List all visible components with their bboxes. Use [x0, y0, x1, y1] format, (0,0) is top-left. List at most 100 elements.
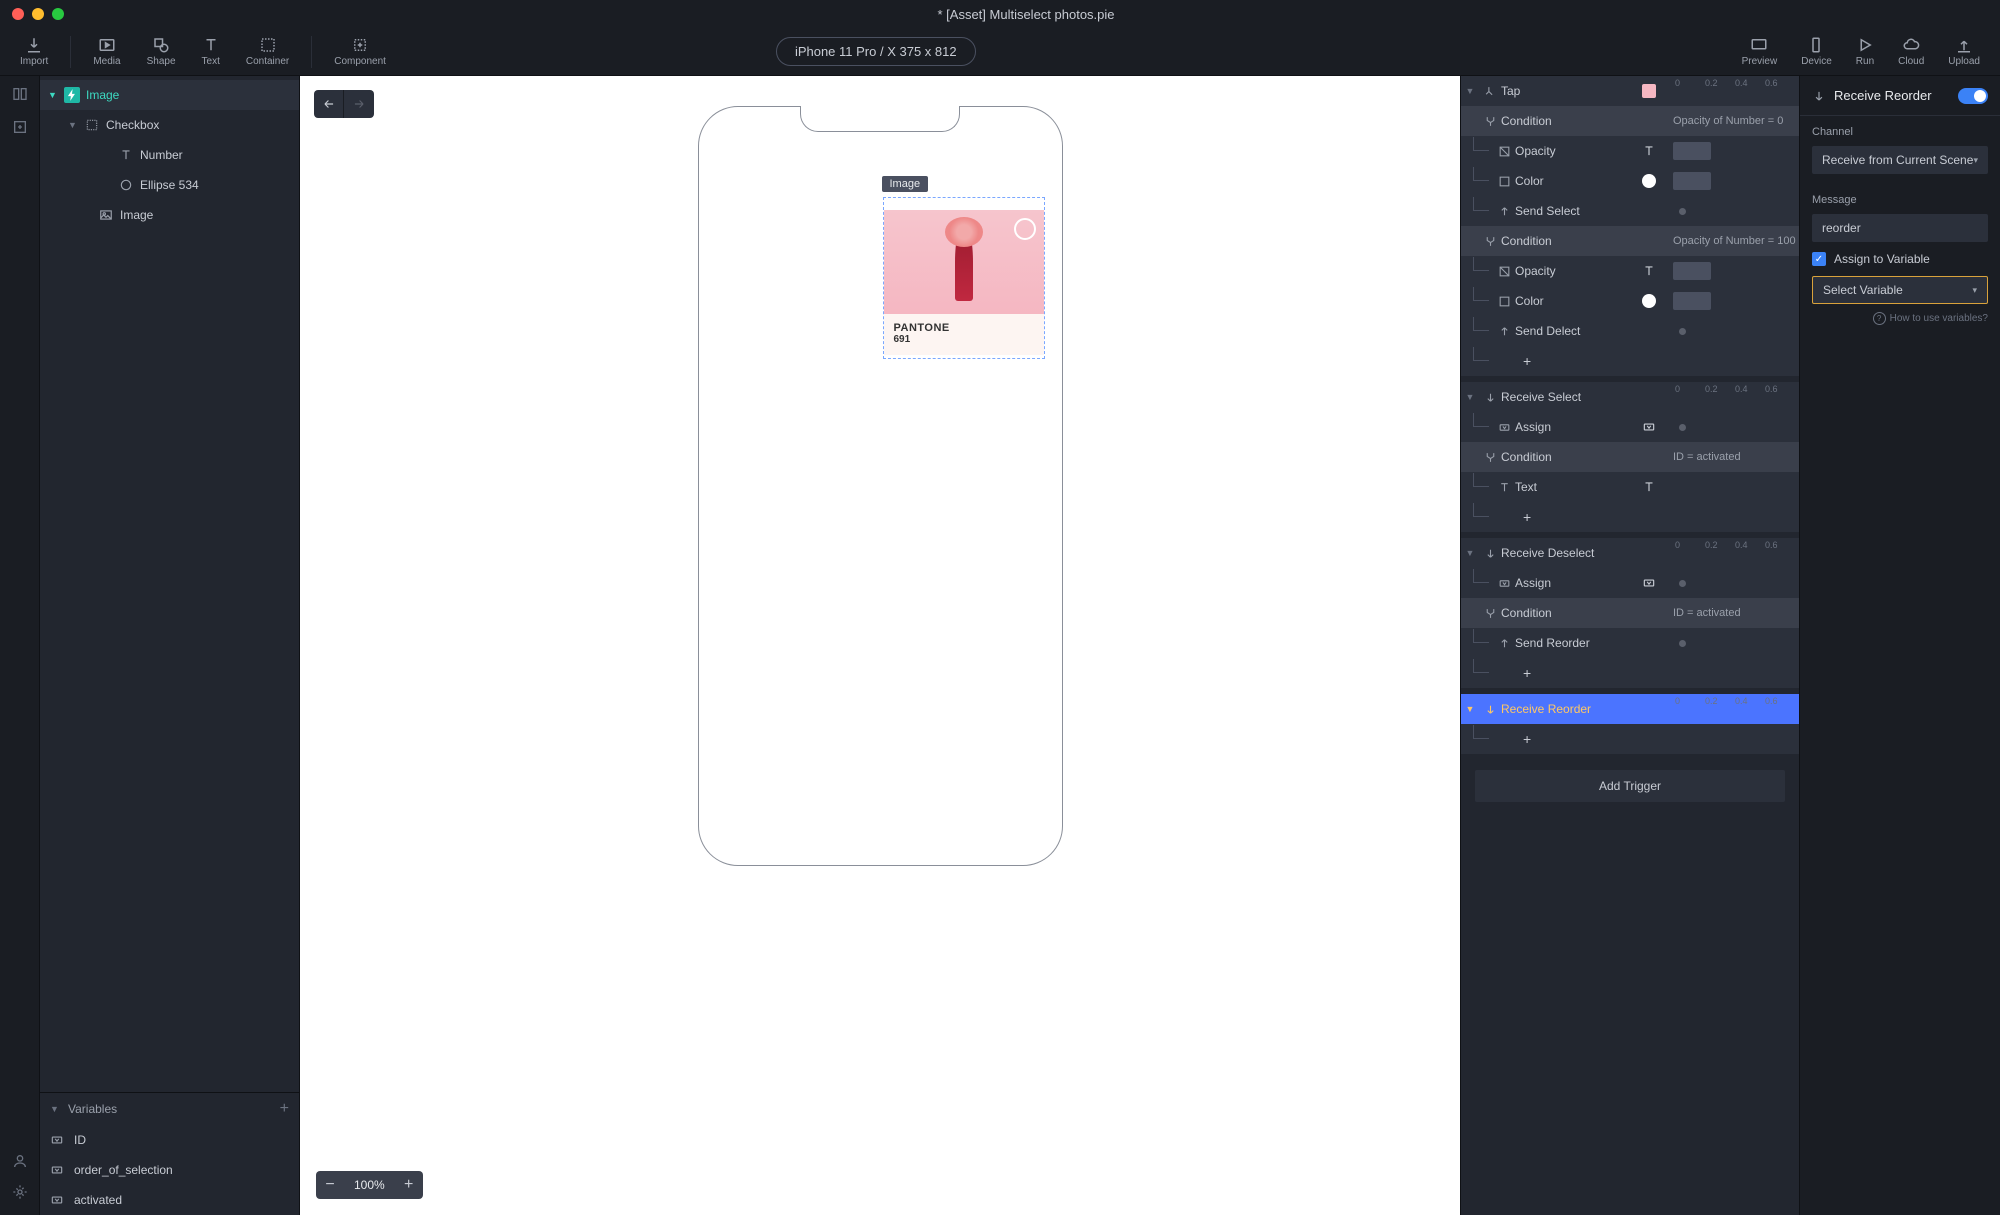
- forward-button[interactable]: [344, 90, 374, 118]
- trigger-condition-4[interactable]: Condition ID = activated: [1461, 598, 1799, 628]
- channel-select[interactable]: Receive from Current Scene: [1812, 146, 1988, 174]
- close-window-button[interactable]: [12, 8, 24, 20]
- import-button[interactable]: Import: [8, 32, 60, 71]
- back-button[interactable]: [314, 90, 344, 118]
- add-action-button[interactable]: +: [1461, 346, 1799, 376]
- message-label: Message: [1812, 194, 1988, 206]
- trigger-color-2[interactable]: Color: [1461, 286, 1799, 316]
- zoom-value: 100%: [344, 1178, 395, 1192]
- gear-icon[interactable]: [12, 1184, 28, 1203]
- media-button[interactable]: Media: [81, 32, 132, 71]
- assign-variable-checkbox[interactable]: ✓ Assign to Variable: [1812, 252, 1988, 266]
- keyframe-dot[interactable]: [1679, 640, 1686, 647]
- trigger-send-select[interactable]: Send Select: [1461, 196, 1799, 226]
- variable-id[interactable]: ID: [40, 1125, 299, 1155]
- layer-image[interactable]: ▼ Image: [40, 80, 299, 110]
- layer-label: Checkbox: [106, 118, 159, 132]
- maximize-window-button[interactable]: [52, 8, 64, 20]
- trigger-condition-2[interactable]: Condition Opacity of Number = 100: [1461, 226, 1799, 256]
- trigger-receive-reorder-header[interactable]: ▼Receive Reorder 00.20.40.6: [1461, 694, 1799, 724]
- minimize-window-button[interactable]: [32, 8, 44, 20]
- layer-checkbox[interactable]: ▼ Checkbox: [40, 110, 299, 140]
- trigger-condition-3[interactable]: Condition ID = activated: [1461, 442, 1799, 472]
- layer-label: Number: [140, 148, 183, 162]
- trigger-opacity-2[interactable]: Opacity: [1461, 256, 1799, 286]
- text-type-icon: [1635, 144, 1663, 158]
- trigger-assign-2[interactable]: Assign: [1461, 568, 1799, 598]
- enable-toggle[interactable]: [1958, 88, 1988, 104]
- help-link[interactable]: How to use variables?: [1812, 312, 1988, 325]
- device-selector[interactable]: iPhone 11 Pro / X 375 x 812: [776, 37, 976, 66]
- add-trigger-button[interactable]: Add Trigger: [1475, 770, 1785, 802]
- add-action-button[interactable]: +: [1461, 658, 1799, 688]
- preview-button[interactable]: Preview: [1730, 32, 1790, 71]
- layers-tree: ▼ Image ▼ Checkbox Number Ellipse 534: [40, 76, 299, 1092]
- caret-icon[interactable]: ▼: [1461, 704, 1479, 714]
- trigger-condition[interactable]: Condition Opacity of Number = 0: [1461, 106, 1799, 136]
- trigger-send-reorder[interactable]: Send Reorder: [1461, 628, 1799, 658]
- container-button[interactable]: Container: [234, 32, 301, 71]
- user-icon[interactable]: [12, 1153, 28, 1172]
- layer-ellipse[interactable]: Ellipse 534: [40, 170, 299, 200]
- caret-icon[interactable]: ▼: [1461, 86, 1479, 96]
- trigger-receive-deselect-header[interactable]: ▼Receive Deselect 00.20.40.6: [1461, 538, 1799, 568]
- properties-title: Receive Reorder: [1834, 88, 1950, 103]
- add-variable-button[interactable]: +: [280, 1100, 289, 1118]
- lightning-icon: [64, 87, 80, 103]
- component-button[interactable]: Component: [322, 32, 398, 71]
- branch-icon: [1479, 607, 1501, 620]
- variable-order[interactable]: order_of_selection: [40, 1155, 299, 1185]
- variables-header[interactable]: ▼ Variables +: [40, 1093, 299, 1125]
- caret-icon[interactable]: ▼: [50, 1104, 60, 1114]
- layer-image-2[interactable]: Image: [40, 200, 299, 230]
- caret-icon[interactable]: ▼: [48, 90, 58, 100]
- shape-button[interactable]: Shape: [135, 32, 188, 71]
- variable-select[interactable]: Select Variable: [1812, 276, 1988, 304]
- canvas-area[interactable]: Image PANTONE 691 − 100%: [300, 76, 1460, 1215]
- color-swatch[interactable]: [1642, 174, 1656, 188]
- trigger-text[interactable]: Text: [1461, 472, 1799, 502]
- caret-icon[interactable]: ▼: [1461, 548, 1479, 558]
- value-field[interactable]: [1673, 142, 1711, 160]
- pantone-image: [884, 210, 1044, 314]
- add-action-button[interactable]: +: [1461, 724, 1799, 754]
- color-swatch[interactable]: [1642, 294, 1656, 308]
- value-field[interactable]: [1673, 172, 1711, 190]
- variable-activated[interactable]: activated: [40, 1185, 299, 1215]
- add-action-button[interactable]: +: [1461, 502, 1799, 532]
- device-button[interactable]: Device: [1789, 32, 1844, 71]
- triggers-panel: ▼ Tap 00.20.40.6 Condition Opacity of Nu…: [1460, 76, 1800, 1215]
- variable-icon: [1635, 420, 1663, 434]
- layer-number[interactable]: Number: [40, 140, 299, 170]
- caret-icon[interactable]: ▼: [68, 120, 78, 130]
- add-scene-icon[interactable]: [12, 119, 28, 138]
- variable-label: ID: [74, 1133, 86, 1147]
- caret-icon[interactable]: ▼: [1461, 392, 1479, 402]
- value-field[interactable]: [1673, 262, 1711, 280]
- receive-icon: [1479, 547, 1501, 560]
- zoom-in-button[interactable]: +: [395, 1171, 423, 1199]
- variable-icon: [1493, 421, 1515, 434]
- trigger-assign[interactable]: Assign: [1461, 412, 1799, 442]
- trigger-color[interactable]: Color: [1461, 166, 1799, 196]
- upload-button[interactable]: Upload: [1936, 32, 1992, 71]
- keyframe-dot[interactable]: [1679, 424, 1686, 431]
- cloud-button[interactable]: Cloud: [1886, 32, 1936, 71]
- panels-icon[interactable]: [12, 86, 28, 105]
- selection-label: Image: [882, 176, 929, 192]
- keyframe-dot[interactable]: [1679, 580, 1686, 587]
- message-input[interactable]: [1812, 214, 1988, 242]
- trigger-tap-header[interactable]: ▼ Tap 00.20.40.6: [1461, 76, 1799, 106]
- selection-box[interactable]: Image PANTONE 691: [883, 197, 1045, 359]
- trigger-send-delect[interactable]: Send Delect: [1461, 316, 1799, 346]
- run-button[interactable]: Run: [1844, 32, 1886, 71]
- value-field[interactable]: [1673, 292, 1711, 310]
- zoom-out-button[interactable]: −: [316, 1171, 344, 1199]
- keyframe-dot[interactable]: [1679, 328, 1686, 335]
- trigger-opacity[interactable]: Opacity: [1461, 136, 1799, 166]
- trigger-receive-select-header[interactable]: ▼Receive Select 00.20.40.6: [1461, 382, 1799, 412]
- variable-icon: [1635, 576, 1663, 590]
- text-button[interactable]: Text: [190, 32, 232, 71]
- color-icon: [1493, 295, 1515, 308]
- keyframe-dot[interactable]: [1679, 208, 1686, 215]
